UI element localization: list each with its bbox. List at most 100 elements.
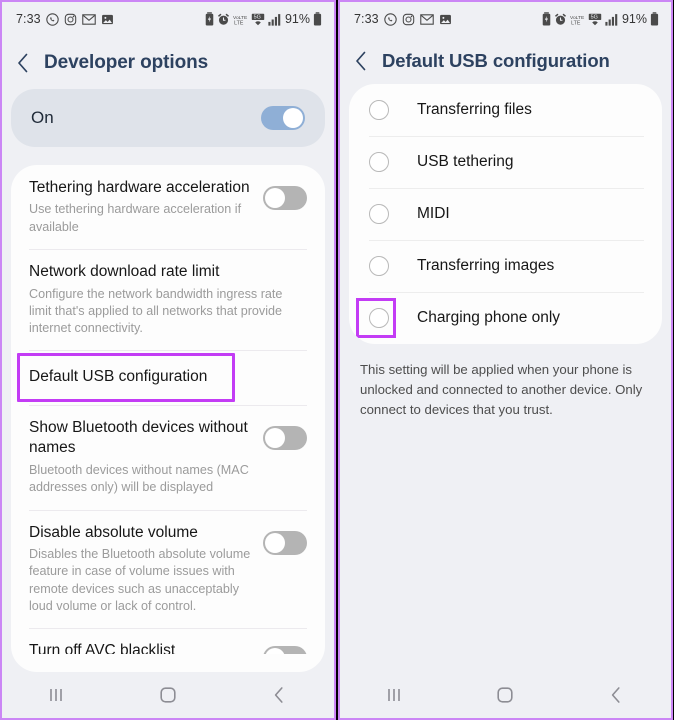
page-header: Developer options (2, 36, 334, 89)
row-text: Disable absolute volume Disables the Blu… (29, 523, 263, 616)
setting-title: Disable absolute volume (29, 523, 198, 541)
alarm-icon (217, 13, 230, 26)
radio-button[interactable] (369, 308, 389, 329)
setting-row-network-download-rate-limit[interactable]: Network download rate limit Configure th… (11, 248, 325, 350)
usb-option-midi[interactable]: MIDI (349, 188, 662, 240)
back-icon[interactable] (586, 672, 646, 718)
master-switch-label: On (31, 107, 54, 127)
alarm-icon (554, 13, 567, 26)
setting-row-disable-absolute-volume[interactable]: Disable absolute volume Disables the Blu… (11, 509, 325, 629)
row-text: Network download rate limit Configure th… (29, 262, 307, 337)
instagram-icon (402, 13, 415, 26)
battery-icon (650, 12, 659, 26)
back-chevron-icon[interactable] (16, 52, 30, 74)
status-bar: 7:33 VoLTE LTE 5G 91% (340, 2, 671, 36)
usb-option-label: Transferring images (417, 257, 555, 275)
setting-title: Network download rate limit (29, 262, 220, 280)
disable-absolute-volume-toggle[interactable] (263, 530, 307, 555)
row-text: Default USB configuration (29, 367, 307, 388)
battery-saver-icon (542, 12, 551, 26)
gmail-icon (419, 13, 434, 26)
radio-button[interactable] (369, 256, 389, 277)
usb-option-usb-tethering[interactable]: USB tethering (349, 136, 662, 188)
toggle-wrapper (263, 641, 307, 655)
dual-screenshot-container: 7:33 VoLTE LTE 5G 91% Developer options … (0, 0, 674, 720)
usb-option-transferring-files[interactable]: Transferring files (349, 84, 662, 136)
master-switch-toggle[interactable] (261, 105, 305, 130)
status-bar-clock: 7:33 (354, 12, 379, 26)
right-phone-screen: 7:33 VoLTE LTE 5G 91% Default USB config… (338, 0, 673, 720)
developer-options-master-switch-card[interactable]: On (11, 88, 325, 147)
gmail-icon (81, 13, 96, 26)
gallery-icon (439, 13, 452, 26)
usb-option-charging-phone-only[interactable]: Charging phone only (349, 292, 662, 344)
svg-text:LTE: LTE (571, 20, 581, 26)
setting-title: Default USB configuration (29, 368, 208, 386)
toggle-knob (265, 427, 285, 448)
5g-icon: 5G (251, 13, 265, 26)
row-text: Tethering hardware acceleration Use teth… (29, 178, 263, 236)
home-icon[interactable] (138, 672, 198, 718)
back-chevron-icon[interactable] (354, 50, 368, 72)
toggle-wrapper (263, 418, 307, 452)
page-title: Default USB configuration (382, 50, 610, 71)
usb-configuration-footer-note: This setting will be applied when your p… (360, 362, 643, 417)
status-bar-left: 7:33 (16, 12, 114, 26)
usb-option-label: Transferring files (417, 101, 532, 119)
setting-row-default-usb-configuration[interactable]: Default USB configuration (11, 350, 325, 405)
recents-icon[interactable] (27, 672, 87, 718)
page-header: Default USB configuration (340, 36, 671, 85)
setting-subtitle: Bluetooth devices without names (MAC add… (29, 463, 249, 495)
svg-text:5G: 5G (254, 14, 261, 20)
status-bar-left: 7:33 (354, 12, 452, 26)
5g-icon: 5G (588, 13, 602, 26)
signal-bars-icon (605, 13, 618, 26)
volte-icon: VoLTE LTE (233, 13, 248, 26)
setting-row-show-bluetooth-devices-without-names[interactable]: Show Bluetooth devices without names Blu… (11, 404, 325, 510)
setting-subtitle: Disables the Bluetooth absolute volume f… (29, 547, 251, 613)
toggle-wrapper (263, 178, 307, 212)
radio-button[interactable] (369, 152, 389, 173)
svg-text:LTE: LTE (234, 20, 244, 26)
usb-configuration-options-list: Transferring files USB tethering MIDI Tr… (349, 84, 662, 345)
status-bar-right: VoLTE LTE 5G 91% (542, 12, 659, 26)
svg-text:5G: 5G (591, 14, 598, 20)
toggle-wrapper (263, 523, 307, 557)
setting-title: Show Bluetooth devices without names (29, 418, 248, 457)
battery-percent-label: 91% (621, 12, 647, 26)
row-text: Show Bluetooth devices without names Blu… (29, 418, 263, 497)
wifi-calling-icon: VoLTE LTE (570, 13, 585, 26)
recents-icon[interactable] (365, 672, 425, 718)
signal-bars-icon (268, 13, 281, 26)
instagram-icon (64, 13, 77, 26)
radio-button[interactable] (369, 100, 389, 121)
gallery-icon (101, 13, 114, 26)
setting-title: Turn off AVC blacklist (29, 642, 176, 655)
battery-percent-label: 91% (284, 12, 310, 26)
turn-off-avc-blacklist-toggle[interactable] (263, 646, 307, 655)
developer-settings-list: Tethering hardware acceleration Use teth… (11, 164, 325, 672)
back-icon[interactable] (249, 672, 309, 718)
show-bluetooth-devices-toggle[interactable] (263, 425, 307, 450)
page-title: Developer options (44, 52, 209, 73)
usb-option-label: MIDI (417, 205, 450, 223)
tethering-hardware-acceleration-toggle[interactable] (263, 185, 307, 210)
setting-title: Tethering hardware acceleration (29, 178, 250, 196)
toggle-knob (265, 532, 285, 553)
navigation-bar (340, 672, 671, 718)
setting-row-tethering-hardware-acceleration[interactable]: Tethering hardware acceleration Use teth… (11, 165, 325, 249)
status-bar-right: VoLTE LTE 5G 91% (205, 12, 322, 26)
whatsapp-icon (384, 12, 397, 26)
usb-option-transferring-images[interactable]: Transferring images (349, 240, 662, 292)
home-icon[interactable] (475, 672, 535, 718)
battery-saver-icon (205, 12, 214, 26)
usb-option-label: USB tethering (417, 153, 514, 171)
toggle-knob (283, 107, 303, 128)
toggle-knob (265, 648, 285, 655)
row-text: Turn off AVC blacklist (29, 641, 263, 654)
status-bar: 7:33 VoLTE LTE 5G 91% (2, 2, 334, 36)
setting-row-turn-off-avc-blacklist[interactable]: Turn off AVC blacklist (11, 628, 325, 655)
radio-button[interactable] (369, 204, 389, 225)
left-phone-screen: 7:33 VoLTE LTE 5G 91% Developer options … (0, 0, 336, 720)
